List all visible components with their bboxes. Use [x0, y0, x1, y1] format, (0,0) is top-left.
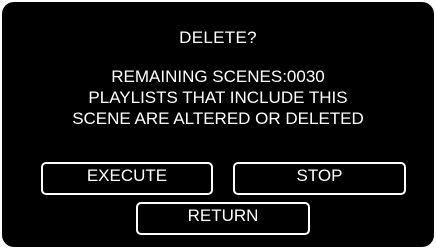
- warning-text-line-1: PLAYLISTS THAT INCLUDE THIS: [88, 88, 348, 107]
- dialog-title: DELETE?: [179, 28, 257, 47]
- execute-button[interactable]: EXECUTE: [41, 162, 213, 195]
- remaining-scenes-text: REMAINING SCENES:0030: [111, 67, 325, 86]
- delete-confirm-dialog: DELETE? REMAINING SCENES:0030 PLAYLISTS …: [2, 2, 434, 247]
- stop-button[interactable]: STOP: [233, 162, 406, 195]
- return-button[interactable]: RETURN: [136, 202, 310, 235]
- dialog-message: REMAINING SCENES:0030 PLAYLISTS THAT INC…: [2, 66, 434, 129]
- warning-text-line-2: SCENE ARE ALTERED OR DELETED: [72, 109, 364, 128]
